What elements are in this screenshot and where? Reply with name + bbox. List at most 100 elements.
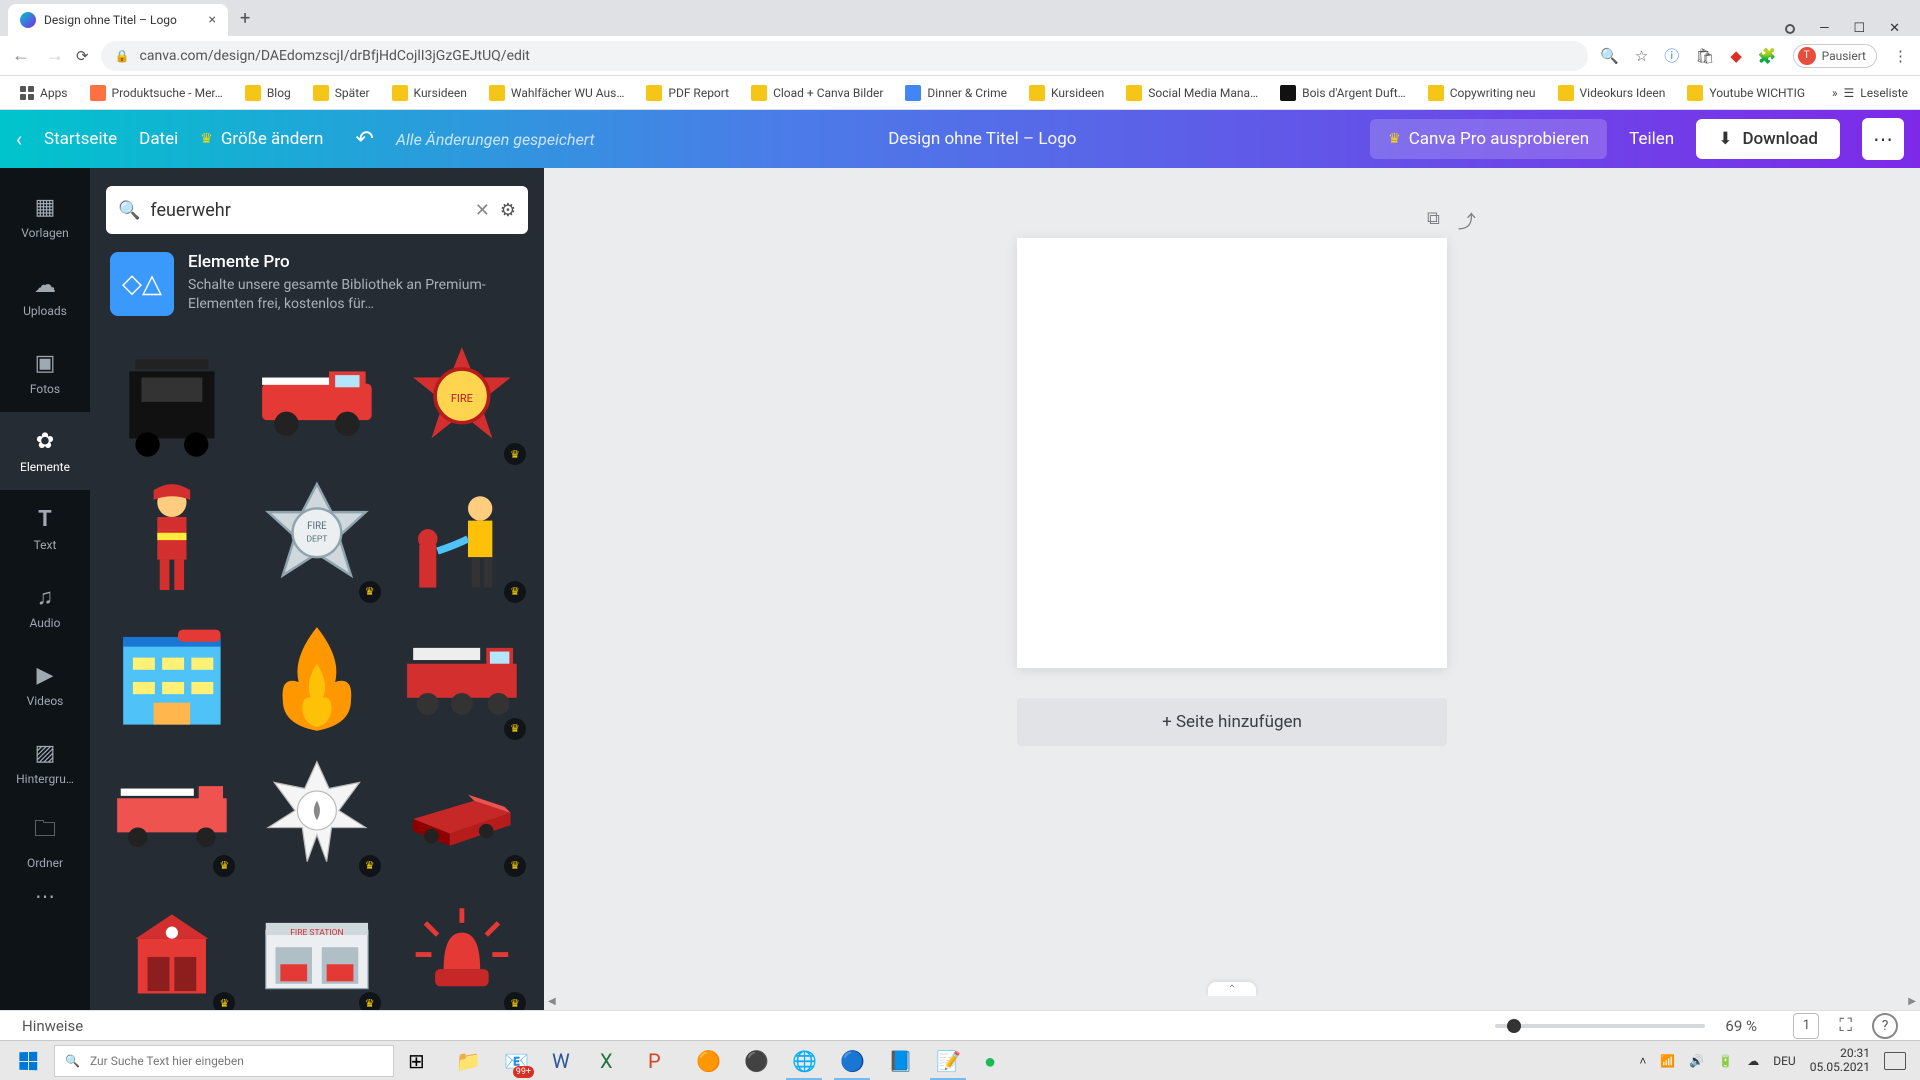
notes-expand-icon[interactable]: ⌃ (1208, 982, 1256, 996)
taskbar-spotify[interactable]: ● (972, 1041, 1020, 1080)
bookmark-item[interactable]: Social Media Mana… (1118, 81, 1266, 105)
taskbar-notepad[interactable]: 📝 (924, 1041, 972, 1080)
element-fire-dept-badge-red[interactable]: FIRE ♛ (395, 334, 530, 469)
elements-search-input[interactable] (150, 200, 464, 221)
zoom-value[interactable]: 69 % (1725, 1017, 1773, 1035)
bookmark-item[interactable]: Cload + Canva Bilder (743, 81, 891, 105)
bookmark-item[interactable]: Youtube WICHTIG (1679, 81, 1813, 105)
start-button[interactable] (4, 1041, 52, 1080)
taskbar-obs[interactable]: ⚫ (732, 1041, 780, 1080)
rail-elements[interactable]: ✿Elemente (0, 412, 90, 490)
home-link[interactable]: Startseite (44, 129, 117, 149)
bookmark-item[interactable]: Kursideen (384, 81, 475, 105)
bookmark-item[interactable]: Wahlfächer WU Aus… (481, 81, 633, 105)
reload-icon[interactable]: ⟳ (76, 47, 89, 65)
tray-onedrive-icon[interactable]: ☁ (1747, 1054, 1759, 1068)
rail-folder[interactable]: 🗀Ordner (0, 802, 90, 880)
design-title[interactable]: Design ohne Titel – Logo (888, 129, 1076, 149)
extensions-puzzle-icon[interactable]: 🧩 (1758, 47, 1777, 65)
horizontal-scrollbar[interactable]: ◀ ▶ (544, 996, 1920, 1010)
tray-wifi-icon[interactable]: 📶 (1660, 1054, 1675, 1068)
nav-back-icon[interactable]: ← (12, 45, 30, 66)
taskbar-mail[interactable]: 📧99+ (492, 1041, 540, 1080)
notes-button[interactable]: Hinweise (22, 1017, 83, 1035)
fullscreen-icon[interactable]: ⛶ (1839, 1015, 1852, 1036)
tray-chevron-icon[interactable]: ˄ (1639, 1054, 1646, 1068)
window-maximize-icon[interactable]: ☐ (1853, 21, 1865, 36)
bookmark-item[interactable]: Produktsuche - Mer… (82, 81, 231, 105)
new-tab-button[interactable]: + (228, 8, 262, 29)
taskbar-app-2[interactable]: 📘 (876, 1041, 924, 1080)
filter-icon[interactable]: ⚙ (500, 200, 516, 221)
tray-language[interactable]: DEU (1773, 1054, 1795, 1068)
bookmark-item[interactable]: Blog (237, 81, 299, 105)
element-firefighter-person[interactable] (104, 471, 239, 606)
element-firetruck-flat-red[interactable]: ♛ (104, 746, 239, 881)
try-pro-button[interactable]: ♛ Canva Pro ausprobieren (1370, 119, 1607, 159)
zoom-slider-knob[interactable] (1507, 1019, 1521, 1033)
scroll-right-icon[interactable]: ▶ (1908, 996, 1916, 1007)
tab-close-icon[interactable]: × (209, 12, 216, 28)
element-firetruck-ladder[interactable]: ♛ (395, 608, 530, 743)
taskbar-search[interactable]: 🔍 Zur Suche Text hier eingeben (54, 1045, 394, 1077)
url-input[interactable]: 🔒 canva.com/design/DAEdomzscjI/drBfjHdCo… (101, 41, 1589, 71)
resize-menu[interactable]: ♛ Größe ändern (200, 129, 323, 149)
rail-background[interactable]: ▨Hintergru… (0, 724, 90, 802)
element-firetruck-isometric[interactable]: ♛ (395, 746, 530, 881)
tray-volume-icon[interactable]: 🔊 (1689, 1054, 1704, 1068)
taskbar-edge[interactable]: 🔵 (828, 1041, 876, 1080)
extension-icon-1[interactable]: ⓘ (1664, 45, 1679, 66)
duplicate-page-icon[interactable]: ⧉ (1427, 208, 1440, 234)
bookmark-item[interactable]: Copywriting neu (1420, 81, 1544, 105)
taskbar-taskview[interactable]: ⊞ (396, 1041, 444, 1080)
tray-battery-icon[interactable]: 🔋 (1718, 1054, 1733, 1068)
window-close-icon[interactable]: ✕ (1889, 21, 1900, 36)
chrome-profile-icon[interactable] (1785, 24, 1795, 34)
bookmark-item[interactable]: Videokurs Ideen (1550, 81, 1674, 105)
more-menu-button[interactable]: ⋯ (1862, 118, 1904, 160)
back-to-home-icon[interactable]: ‹ (16, 127, 22, 151)
element-fire-dept-badge-grey[interactable]: FIREDEPT ♛ (249, 471, 384, 606)
file-menu[interactable]: Datei (139, 129, 178, 149)
bookmark-item[interactable]: Bois d'Argent Duft… (1272, 81, 1414, 105)
star-icon[interactable]: ☆ (1635, 47, 1648, 65)
rail-text[interactable]: TText (0, 490, 90, 568)
share-page-icon[interactable]: ⤴ (1458, 208, 1476, 234)
taskbar-chrome[interactable]: 🌐 (780, 1041, 828, 1080)
bookmark-item[interactable]: Kursideen (1021, 81, 1112, 105)
undo-icon[interactable]: ↶ (355, 127, 373, 152)
element-firetruck-side-red[interactable] (249, 334, 384, 469)
element-firefighter-hose-hydrant[interactable]: ♛ (395, 471, 530, 606)
help-icon[interactable]: ? (1872, 1013, 1898, 1039)
rail-more-icon[interactable]: ⋯ (35, 884, 55, 908)
extension-icon-3[interactable]: ◆ (1730, 47, 1742, 65)
element-maltese-cross-white[interactable]: ♛ (249, 746, 384, 881)
clear-search-icon[interactable]: ✕ (475, 200, 490, 221)
elements-pro-promo[interactable]: ◇△ Elemente Pro Schalte unsere gesamte B… (90, 248, 544, 334)
rail-photos[interactable]: ▣Fotos (0, 334, 90, 412)
zoom-slider[interactable] (1495, 1024, 1705, 1028)
rail-templates[interactable]: ▦Vorlagen (0, 178, 90, 256)
canvas-page-1[interactable] (1017, 238, 1447, 668)
reading-list-button[interactable]: ☰ Leseliste (1844, 86, 1908, 100)
bookmark-item[interactable]: PDF Report (638, 81, 737, 105)
tray-notifications-icon[interactable] (1884, 1052, 1906, 1070)
scroll-left-icon[interactable]: ◀ (548, 996, 556, 1007)
taskbar-powerpoint[interactable]: P (636, 1041, 684, 1080)
zoom-icon[interactable]: 🔍 (1600, 47, 1619, 65)
bookmark-item[interactable]: Später (305, 81, 378, 105)
profile-pill[interactable]: T Pausiert (1793, 44, 1877, 68)
taskbar-excel[interactable]: X (588, 1041, 636, 1080)
taskbar-app-1[interactable]: 🟠 (684, 1041, 732, 1080)
element-fire-station-building[interactable] (104, 608, 239, 743)
bookmarks-overflow-icon[interactable]: » (1832, 86, 1838, 100)
taskbar-word[interactable]: W (540, 1041, 588, 1080)
window-minimize-icon[interactable]: — (1819, 21, 1829, 36)
rail-videos[interactable]: ▶Videos (0, 646, 90, 724)
element-fire-station-house[interactable]: ♛ (104, 883, 239, 1010)
element-siren-red[interactable]: ♛ (395, 883, 530, 1010)
taskbar-explorer[interactable]: 📁 (444, 1041, 492, 1080)
browser-tab[interactable]: Design ohne Titel – Logo × (8, 4, 228, 36)
download-button[interactable]: ⬇ Download (1696, 119, 1840, 159)
share-button[interactable]: Teilen (1629, 129, 1674, 149)
